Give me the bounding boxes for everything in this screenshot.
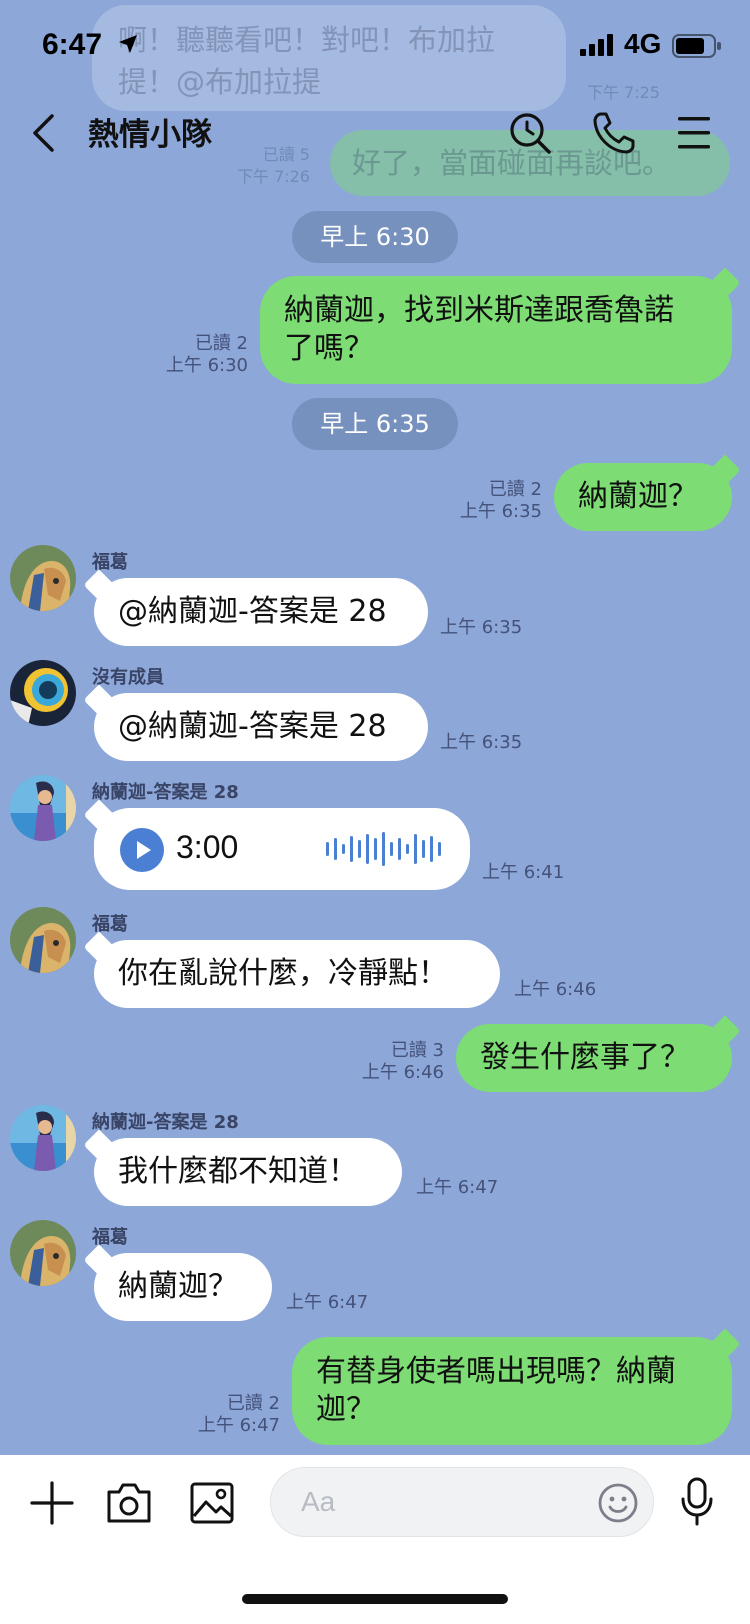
message-time: 上午 6:47 xyxy=(286,1292,369,1313)
avatar[interactable] xyxy=(10,1220,76,1286)
back-icon[interactable] xyxy=(30,113,56,153)
audio-waveform-icon xyxy=(326,832,441,866)
bubble-tail xyxy=(709,1328,741,1360)
message-bubble-received[interactable]: 我什麼都不知道！ xyxy=(83,1129,402,1206)
network-type: 4G xyxy=(624,28,662,59)
message-time: 上午 6:30 xyxy=(165,355,248,376)
search-icon[interactable] xyxy=(508,111,552,155)
location-arrow-icon xyxy=(119,35,137,53)
avatar[interactable] xyxy=(10,907,76,973)
home-indicator xyxy=(242,1594,508,1604)
message-text-input[interactable] xyxy=(301,1468,581,1536)
avatar-narancia-icon xyxy=(10,775,76,841)
read-receipt: 已讀 2 xyxy=(226,1393,280,1414)
message-bubble-sent[interactable]: 納蘭迦，找到米斯達跟喬魯諾 了嗎？ xyxy=(260,267,741,384)
battery-icon xyxy=(672,34,721,58)
message-bubble-sent[interactable]: 納蘭迦？ xyxy=(554,454,741,531)
camera-icon[interactable] xyxy=(106,1482,152,1524)
bubble-tail xyxy=(83,799,115,831)
message-time: 上午 6:47 xyxy=(416,1177,499,1198)
message-text: 我什麼都不知道！ xyxy=(118,1154,358,1189)
message-bubble-received[interactable]: @納蘭迦-答案是 28 xyxy=(83,569,428,646)
menu-icon[interactable] xyxy=(676,113,712,153)
ghost-message-time-2: 下午 7:26 xyxy=(236,167,310,186)
message-time: 上午 6:35 xyxy=(459,501,542,522)
microphone-icon[interactable] xyxy=(680,1477,714,1527)
date-separator-text: 早上 6:30 xyxy=(320,223,430,251)
date-separator: 早上 6:30 xyxy=(292,211,458,263)
message-bubble-received[interactable]: 你在亂說什麼，冷靜點！ xyxy=(83,931,500,1008)
bubble-tail xyxy=(709,454,741,486)
avatar-narancia-icon xyxy=(10,1105,76,1171)
read-receipt: 已讀 3 xyxy=(390,1040,444,1061)
chat-title: 熱情小隊 xyxy=(88,117,212,153)
message-time: 上午 6:41 xyxy=(482,862,565,883)
message-bubble-received[interactable]: @納蘭迦-答案是 28 xyxy=(83,684,428,761)
voice-message-bubble[interactable]: 3:00 xyxy=(83,799,470,890)
sender-name: 納蘭迦-答案是 28 xyxy=(92,782,239,803)
avatar[interactable] xyxy=(10,660,76,726)
bubble-tail xyxy=(709,267,741,299)
cellular-signal-icon xyxy=(580,34,613,56)
chat-header: 熱情小隊 xyxy=(0,95,750,170)
bubble-tail xyxy=(83,1129,115,1161)
read-receipt: 已讀 2 xyxy=(194,333,248,354)
play-icon[interactable] xyxy=(120,828,164,872)
message-text-line-1: 有替身使者嗎出現嗎？納蘭 xyxy=(316,1354,676,1389)
image-icon[interactable] xyxy=(190,1482,234,1524)
bubble-tail xyxy=(709,1015,741,1047)
message-text: 你在亂說什麼，冷靜點！ xyxy=(118,956,448,991)
message-time: 上午 6:35 xyxy=(440,617,523,638)
message-time: 上午 6:35 xyxy=(440,732,523,753)
avatar[interactable] xyxy=(10,545,76,611)
avatar-fugo-icon xyxy=(10,1220,76,1286)
bubble-tail xyxy=(83,684,115,716)
message-time: 上午 6:46 xyxy=(514,979,597,1000)
message-bubble-sent[interactable]: 有替身使者嗎出現嗎？納蘭 迦？ xyxy=(292,1328,741,1445)
message-text: @納蘭迦-答案是 28 xyxy=(118,709,387,744)
message-input[interactable] xyxy=(270,1467,654,1537)
date-separator: 早上 6:35 xyxy=(292,398,458,450)
read-receipt: 已讀 2 xyxy=(488,479,542,500)
emoji-icon[interactable] xyxy=(597,1482,639,1524)
message-time: 上午 6:46 xyxy=(361,1062,444,1083)
avatar-fugo-icon xyxy=(10,545,76,611)
plus-icon[interactable] xyxy=(30,1481,74,1525)
avatar-fugo-icon xyxy=(10,907,76,973)
date-separator-text: 早上 6:35 xyxy=(320,410,430,438)
bubble-tail xyxy=(83,931,115,963)
status-bar: 6:47 4G xyxy=(0,0,750,95)
message-time: 上午 6:47 xyxy=(197,1415,280,1436)
message-text-line-2: 迦？ xyxy=(316,1392,376,1427)
message-bubble-received[interactable]: 納蘭迦？ xyxy=(83,1244,272,1321)
message-text: 納蘭迦？ xyxy=(118,1269,238,1304)
message-text-line-2: 了嗎？ xyxy=(284,331,374,366)
message-text: 發生什麼事了？ xyxy=(480,1040,690,1075)
phone-icon[interactable] xyxy=(592,111,636,155)
avatar[interactable] xyxy=(10,1105,76,1171)
message-text: 納蘭迦？ xyxy=(578,479,698,514)
bubble-tail xyxy=(83,1244,115,1276)
message-text: @納蘭迦-答案是 28 xyxy=(118,594,387,629)
bubble-tail xyxy=(83,569,115,601)
status-time: 6:47 xyxy=(42,28,103,61)
sender-name: 納蘭迦-答案是 28 xyxy=(92,1112,239,1133)
voice-duration: 3:00 xyxy=(176,829,239,865)
avatar-no-member-icon xyxy=(10,660,76,726)
message-input-bar xyxy=(0,1455,750,1624)
message-bubble-sent[interactable]: 發生什麼事了？ xyxy=(456,1015,741,1092)
avatar[interactable] xyxy=(10,775,76,841)
sender-name: 沒有成員 xyxy=(92,667,164,688)
message-text-line-1: 納蘭迦，找到米斯達跟喬魯諾 xyxy=(284,293,674,328)
